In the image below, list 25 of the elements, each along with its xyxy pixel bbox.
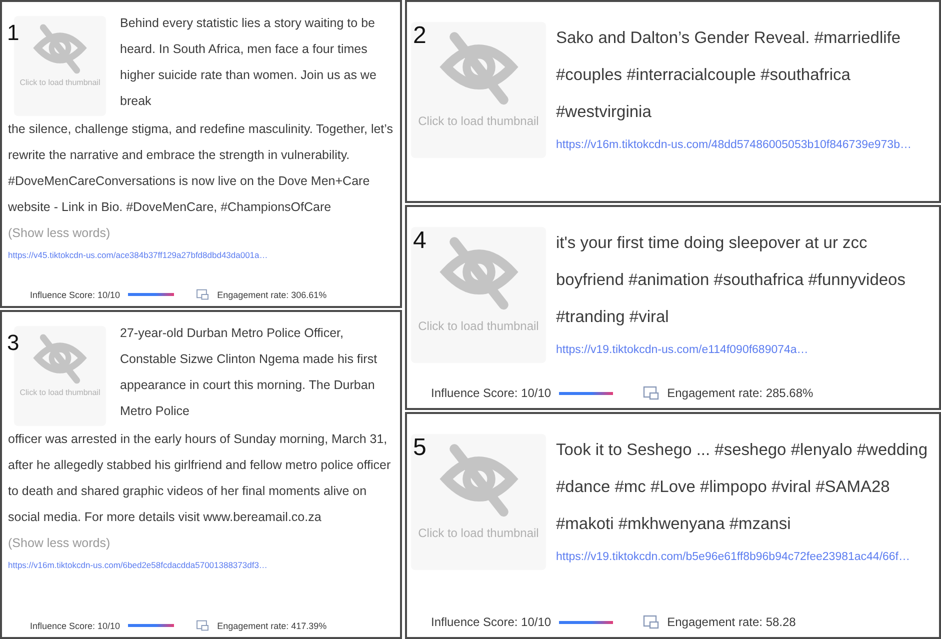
rank-number: 2 xyxy=(413,22,426,50)
rank-number: 5 xyxy=(413,434,426,462)
engagement-rate: Engagement rate: 306.61% xyxy=(217,290,327,300)
post-caption: officer was arrested in the early hours of Sunday morning, March 31, after he allegedly stabbed his girlfriend and fellow metro police officer to death and shared graphic videos of her final moments alive on social media. For more details visit www.bereamail.co.za (Show less words) xyxy=(8,431,392,552)
engagement-rate: Engagement rate: 417.39% xyxy=(217,620,327,630)
engagement-rate: Engagement rate: 285.68% xyxy=(667,386,814,400)
post-caption: Took it to Seshego ... #seshego #lenyalo #wedding #dance #mc #Love #limpopo #viral #SAMA28 #makoti #mkhwenyana #mzansi xyxy=(556,440,929,535)
video-url-link[interactable]: https://v16m.tiktokcdn-us.com/48dd57486005053b10f846739e973b… xyxy=(556,139,933,151)
post-caption: 27-year-old Durban Metro Police Officer, Constable Sizwe Clinton Ngema made his first appearance in court this morning. The Durban Metro Police xyxy=(120,325,378,420)
engagement-rate: Engagement rate: 58.28 xyxy=(667,615,796,629)
influence-score: Influence Score: 10/10 xyxy=(30,290,120,300)
post-caption: it's your first time doing sleepover at ur zcc boyfriend #animation #southafrica #funnyvideos #tranding #viral xyxy=(556,233,906,328)
show-less-link[interactable]: (Show less words) xyxy=(8,536,110,550)
video-url-link[interactable]: https://v45.tiktokcdn-us.com/ace384b37ff129a27bfd8dbd43da001a… xyxy=(8,250,396,260)
video-url-link[interactable]: https://v19.tiktokcdn.com/b5e96e61ff8b96b94c72fee23981ac44/66f… xyxy=(556,551,933,563)
video-url-link[interactable]: https://v19.tiktokcdn-us.com/e114f090f689074a… xyxy=(556,344,933,356)
influence-score: Influence Score: 10/10 xyxy=(30,620,120,630)
influence-score: Influence Score: 10/10 xyxy=(431,615,552,629)
post-caption: the silence, challenge stigma, and redefine masculinity. Together, let’s rewrite the narrative and embrace the strength in vulnerability. #DoveMenCareConversations is now live on the Dove Men+Care website - Link in Bio. #DoveMenCare, #ChampionsOfCare (Show less words) xyxy=(8,121,394,242)
post-caption: Behind every statistic lies a story waiting to be heard. In South Africa, men face a four times higher suicide rate than women. Join us as we break xyxy=(120,15,378,110)
post-caption: Sako and Dalton’s Gender Reveal. #marriedlife #couples #interracialcouple #southafrica #westvirginia xyxy=(556,28,902,123)
show-less-link[interactable]: (Show less words) xyxy=(8,226,110,240)
influence-score: Influence Score: 10/10 xyxy=(431,386,552,400)
video-url-link[interactable]: https://v16m.tiktokcdn-us.com/6bed2e58fcdacdda57001388373df3… xyxy=(8,560,396,570)
rank-number: 4 xyxy=(413,227,426,255)
